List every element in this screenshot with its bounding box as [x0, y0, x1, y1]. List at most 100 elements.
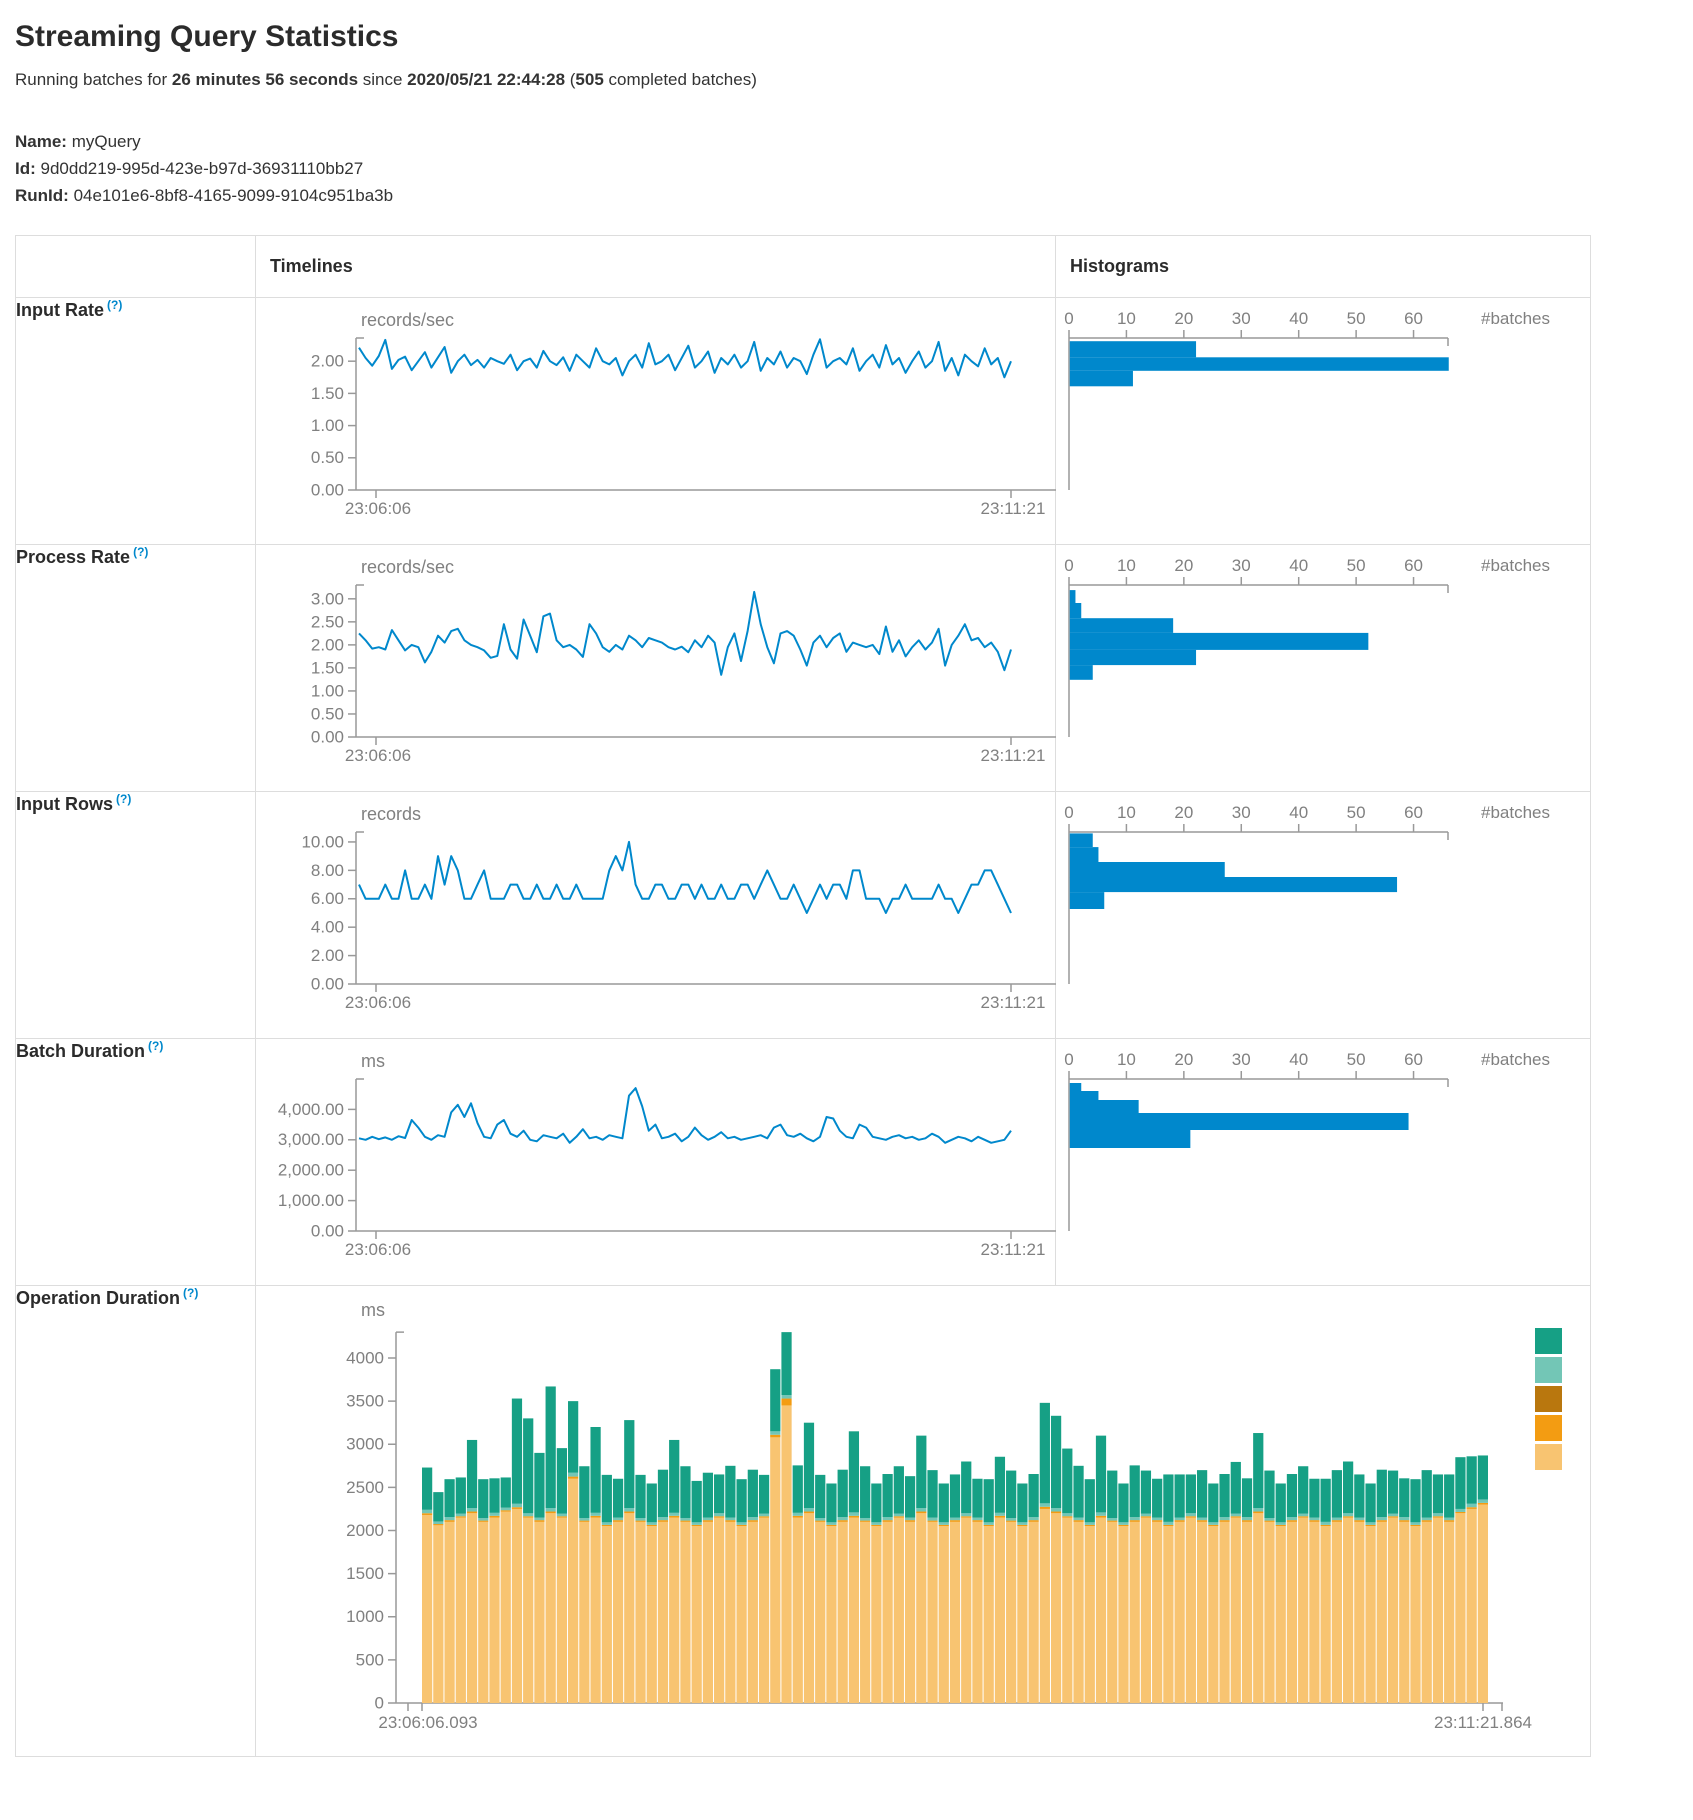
svg-text:1.00: 1.00	[311, 681, 344, 700]
svg-text:4,000.00: 4,000.00	[278, 1100, 344, 1119]
col-header-timelines: Timelines	[256, 236, 1056, 298]
statistics-table: Timelines Histograms Input Rate(?) recor…	[15, 235, 1591, 1757]
input-rows-timeline-chart: records0.002.004.006.008.0010.0023:06:06…	[256, 792, 1056, 1038]
query-id-line: Id: 9d0dd219-995d-423e-b97d-36931110bb27	[15, 155, 1693, 182]
svg-text:50: 50	[1347, 803, 1366, 822]
svg-text:#batches: #batches	[1481, 556, 1550, 575]
svg-text:40: 40	[1289, 556, 1308, 575]
row-label-text: Process Rate	[16, 547, 130, 567]
runid-label: RunId:	[15, 186, 69, 205]
svg-text:0.50: 0.50	[311, 448, 344, 467]
svg-text:3,000.00: 3,000.00	[278, 1130, 344, 1149]
runid-value: 04e101e6-8bf8-4165-9099-9104c951ba3b	[74, 186, 394, 205]
svg-text:20: 20	[1174, 1050, 1193, 1069]
id-value: 9d0dd219-995d-423e-b97d-36931110bb27	[41, 159, 364, 178]
svg-text:20: 20	[1174, 556, 1193, 575]
svg-text:records/sec: records/sec	[361, 310, 454, 330]
name-value: myQuery	[72, 132, 141, 151]
svg-text:2000: 2000	[346, 1521, 384, 1540]
svg-text:8.00: 8.00	[311, 861, 344, 880]
svg-text:60: 60	[1404, 803, 1423, 822]
svg-text:2.00: 2.00	[311, 635, 344, 654]
help-tooltip-icon[interactable]: (?)	[116, 792, 131, 806]
svg-text:0: 0	[1064, 309, 1073, 328]
running-since-timestamp: 2020/05/21 22:44:28	[407, 70, 565, 89]
svg-text:0: 0	[1064, 1050, 1073, 1069]
svg-text:23:06:06: 23:06:06	[345, 499, 411, 518]
table-row-batch-duration: Batch Duration(?) ms0.001,000.002,000.00…	[16, 1039, 1591, 1286]
help-tooltip-icon[interactable]: (?)	[107, 298, 122, 312]
svg-text:#batches: #batches	[1481, 1050, 1550, 1069]
help-tooltip-icon[interactable]: (?)	[133, 545, 148, 559]
row-label-batch-duration: Batch Duration(?)	[16, 1039, 256, 1286]
svg-text:0: 0	[375, 1693, 384, 1712]
svg-text:6.00: 6.00	[311, 889, 344, 908]
help-tooltip-icon[interactable]: (?)	[183, 1286, 198, 1300]
svg-text:1500: 1500	[346, 1564, 384, 1583]
svg-text:10: 10	[1117, 309, 1136, 328]
row-label-text: Input Rows	[16, 794, 113, 814]
svg-text:2.00: 2.00	[311, 352, 344, 371]
svg-text:50: 50	[1347, 309, 1366, 328]
process-rate-timeline-chart: records/sec0.000.501.001.502.002.503.002…	[256, 545, 1056, 791]
svg-text:40: 40	[1289, 803, 1308, 822]
running-paren: (	[565, 70, 575, 89]
svg-text:23:11:21.864: 23:11:21.864	[1434, 1713, 1532, 1732]
svg-text:ms: ms	[361, 1051, 385, 1071]
svg-text:#batches: #batches	[1481, 309, 1550, 328]
svg-text:23:06:06: 23:06:06	[345, 746, 411, 765]
svg-text:1.50: 1.50	[311, 384, 344, 403]
completed-batches-count: 505	[575, 70, 603, 89]
svg-text:records: records	[361, 804, 421, 824]
query-runid-line: RunId: 04e101e6-8bf8-4165-9099-9104c951b…	[15, 182, 1693, 209]
svg-text:23:11:21: 23:11:21	[981, 746, 1046, 765]
running-batches-summary: Running batches for 26 minutes 56 second…	[15, 70, 1693, 90]
svg-text:3.00: 3.00	[311, 589, 344, 608]
svg-text:10: 10	[1117, 803, 1136, 822]
row-label-operation-duration: Operation Duration(?)	[16, 1286, 256, 1757]
svg-text:1,000.00: 1,000.00	[278, 1191, 344, 1210]
svg-text:4000: 4000	[346, 1348, 384, 1367]
svg-text:20: 20	[1174, 803, 1193, 822]
svg-text:1000: 1000	[346, 1607, 384, 1626]
svg-text:30: 30	[1232, 556, 1251, 575]
row-label-process-rate: Process Rate(?)	[16, 545, 256, 792]
help-tooltip-icon[interactable]: (?)	[148, 1039, 163, 1053]
table-row-process-rate: Process Rate(?) records/sec0.000.501.001…	[16, 545, 1591, 792]
svg-text:2500: 2500	[346, 1478, 384, 1497]
id-label: Id:	[15, 159, 36, 178]
svg-text:50: 50	[1347, 556, 1366, 575]
running-suffix: completed batches)	[604, 70, 757, 89]
col-header-histograms: Histograms	[1056, 236, 1591, 298]
running-duration: 26 minutes 56 seconds	[172, 70, 358, 89]
svg-text:0.00: 0.00	[311, 974, 344, 993]
svg-text:4.00: 4.00	[311, 918, 344, 937]
svg-text:40: 40	[1289, 1050, 1308, 1069]
svg-text:ms: ms	[361, 1300, 385, 1320]
svg-text:23:11:21: 23:11:21	[981, 993, 1046, 1012]
svg-text:30: 30	[1232, 803, 1251, 822]
svg-text:1.50: 1.50	[311, 658, 344, 677]
svg-text:23:11:21: 23:11:21	[981, 499, 1046, 518]
row-label-text: Input Rate	[16, 300, 104, 320]
svg-text:10.00: 10.00	[301, 832, 344, 851]
svg-text:0: 0	[1064, 556, 1073, 575]
svg-text:2,000.00: 2,000.00	[278, 1161, 344, 1180]
svg-text:1.00: 1.00	[311, 416, 344, 435]
process-rate-histogram-chart: 0102030405060#batches	[1056, 545, 1589, 791]
svg-text:0.00: 0.00	[311, 727, 344, 746]
svg-text:2.00: 2.00	[311, 946, 344, 965]
input-rate-timeline-chart: records/sec0.000.501.001.502.0023:06:062…	[256, 298, 1056, 544]
svg-text:3000: 3000	[346, 1435, 384, 1454]
batch-duration-timeline-chart: ms0.001,000.002,000.003,000.004,000.0023…	[256, 1039, 1056, 1285]
running-mid: since	[358, 70, 407, 89]
svg-text:3500: 3500	[346, 1392, 384, 1411]
svg-text:10: 10	[1117, 1050, 1136, 1069]
query-name-line: Name: myQuery	[15, 128, 1693, 155]
table-row-input-rate: Input Rate(?) records/sec0.000.501.001.5…	[16, 298, 1591, 545]
row-label-input-rate: Input Rate(?)	[16, 298, 256, 545]
svg-text:0: 0	[1064, 803, 1073, 822]
name-label: Name:	[15, 132, 67, 151]
svg-text:50: 50	[1347, 1050, 1366, 1069]
svg-text:#batches: #batches	[1481, 803, 1550, 822]
